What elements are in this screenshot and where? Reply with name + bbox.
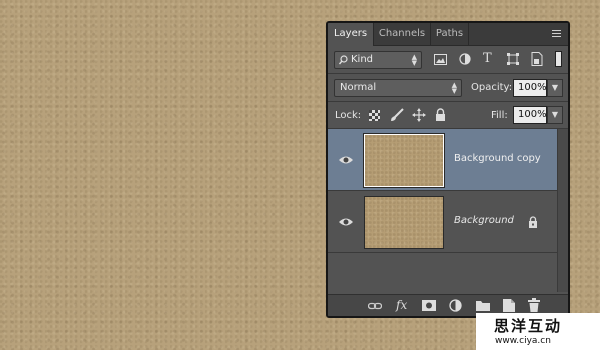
smart-object-filter-icon[interactable] (531, 52, 543, 66)
panel-menu-icon[interactable] (550, 28, 562, 40)
updown-arrows-icon: ▲ ▼ (451, 81, 457, 95)
new-group-folder-icon[interactable] (476, 300, 490, 311)
shape-layer-filter-icon[interactable] (507, 53, 519, 65)
layer-style-fx-button[interactable]: fx (396, 298, 407, 312)
filter-toggle-switch[interactable] (555, 51, 562, 67)
fill-dropdown-button[interactable]: ▼ (547, 106, 563, 124)
tab-layers[interactable]: Layers (328, 23, 374, 46)
fill-label: Fill: (491, 110, 508, 121)
opacity-input[interactable]: 100% (513, 79, 547, 97)
adjustment-layer-filter-icon[interactable] (459, 53, 471, 65)
filter-row: Kind ▲ ▼ T (328, 46, 568, 74)
filter-kind-select[interactable]: Kind ▲ ▼ (334, 51, 422, 69)
lock-position-move-icon[interactable] (412, 108, 426, 122)
link-layers-icon[interactable] (368, 301, 382, 311)
lock-image-pixels-brush-icon[interactable] (390, 108, 404, 122)
opacity-dropdown-button[interactable]: ▼ (547, 79, 563, 97)
watermark-logo: 思洋互动 www.ciya.cn (476, 313, 600, 350)
filter-kind-label: Kind (351, 54, 374, 65)
type-layer-filter-icon[interactable]: T (483, 51, 492, 66)
layer-row-background-copy[interactable]: Background copy (328, 129, 557, 191)
lock-label: Lock: (335, 110, 362, 121)
layer-lock-icon (529, 216, 537, 228)
delete-layer-trash-icon[interactable] (528, 298, 540, 312)
opacity-label: Opacity: (471, 82, 513, 93)
watermark-title: 思洋互动 (494, 317, 563, 335)
blend-mode-value: Normal (340, 82, 377, 93)
layer-thumbnail[interactable] (364, 196, 444, 249)
visibility-eye-icon[interactable] (338, 153, 354, 167)
new-layer-icon[interactable] (503, 299, 515, 312)
new-adjustment-layer-icon[interactable] (449, 299, 462, 312)
watermark-url: www.ciya.cn (495, 336, 551, 346)
layer-name[interactable]: Background (454, 215, 514, 226)
tab-paths[interactable]: Paths (431, 23, 469, 45)
layer-name[interactable]: Background copy (454, 153, 541, 164)
layers-scrollbar[interactable] (557, 129, 568, 292)
fill-input[interactable]: 100% (513, 106, 547, 124)
panel-tab-bar: Layers Channels Paths (328, 23, 568, 46)
layer-thumbnail[interactable] (364, 134, 444, 187)
updown-arrows-icon: ▲ ▼ (411, 53, 417, 67)
visibility-eye-icon[interactable] (338, 215, 354, 229)
layers-panel: Layers Channels Paths Kind ▲ ▼ T Normal … (326, 21, 570, 318)
lock-all-icon[interactable] (435, 108, 446, 121)
search-icon (339, 55, 348, 65)
layer-row-background[interactable]: Background (328, 191, 557, 253)
pixel-layer-filter-icon[interactable] (434, 54, 447, 65)
lock-transparent-pixels-icon[interactable] (369, 110, 380, 121)
blend-row: Normal ▲ ▼ Opacity: 100% ▼ (328, 74, 568, 102)
tab-channels[interactable]: Channels (374, 23, 431, 45)
blend-mode-select[interactable]: Normal ▲ ▼ (334, 79, 462, 97)
lock-row: Lock: Fill: 100% ▼ (328, 102, 568, 129)
add-layer-mask-icon[interactable] (422, 300, 436, 311)
